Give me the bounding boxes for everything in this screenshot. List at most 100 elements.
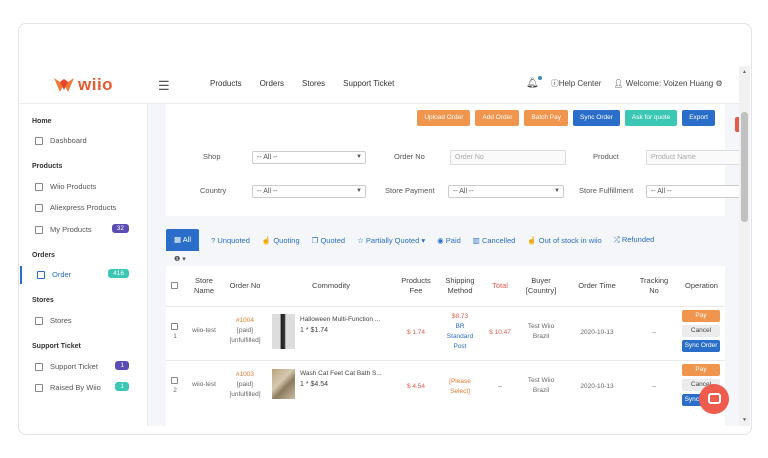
product-name-input[interactable]: Product Name — [646, 150, 746, 165]
list-icon — [35, 204, 43, 212]
header-commodity: Commodity — [312, 281, 350, 290]
batch-pay-button[interactable]: Batch Pay — [524, 110, 569, 126]
grid-icon: ▦ — [174, 235, 182, 244]
pay-button[interactable]: Pay — [682, 364, 720, 376]
select-shipping-link[interactable]: Select] — [450, 388, 470, 395]
order-no-label: Order No — [394, 152, 425, 161]
tab-refunded[interactable]: ⤮ Refunded — [614, 235, 655, 245]
tab-partially-quoted[interactable]: ☆ Partially Quoted ▾ — [357, 236, 425, 245]
sync-order-row-button[interactable]: Sync Order — [682, 340, 720, 352]
sidebar-item-order[interactable]: Order 416 — [20, 266, 148, 284]
export-button[interactable]: Export — [682, 110, 715, 126]
shop-select[interactable]: -- All -- ▼ — [252, 151, 366, 164]
country-select[interactable]: -- All -- ▼ — [252, 185, 366, 198]
sidebar-item-wiio-products[interactable]: Wiio Products — [20, 178, 148, 196]
sidebar-item-stores[interactable]: Stores — [20, 312, 148, 330]
cancel-button[interactable]: Cancel — [682, 325, 720, 337]
header-operation: Operation — [685, 281, 718, 290]
fulfillment-status: [unfulfilled] — [229, 391, 261, 398]
nav-orders[interactable]: Orders — [260, 79, 284, 88]
sidebar-item-support-ticket[interactable]: Support Ticket 1 — [20, 358, 148, 376]
tab-cancelled[interactable]: ▥ Cancelled — [473, 236, 516, 245]
info-icon: ❶ — [174, 256, 181, 263]
header-buyer-country: Buyer [Country] — [518, 266, 564, 306]
store-fulfillment-select[interactable]: -- All -- — [646, 185, 746, 198]
vertical-scrollbar[interactable]: ▲ ▼ — [739, 66, 750, 426]
tab-label: Out of stock in wiio — [538, 235, 602, 245]
shipping-price: $8.73 — [451, 313, 469, 320]
chevron-down-icon: ▼ — [554, 188, 560, 194]
store-payment-select[interactable]: -- All -- ▼ — [448, 185, 564, 198]
tab-label: Paid — [445, 235, 461, 245]
ask-for-quote-button[interactable]: Ask for quote — [624, 110, 678, 126]
sync-order-button[interactable]: Sync Order — [573, 110, 620, 126]
sidebar-section-orders: Orders — [32, 252, 55, 259]
tab-quoted[interactable]: ❐ Quoted — [312, 236, 345, 245]
select-all-checkbox[interactable] — [171, 282, 178, 289]
order-no-link[interactable]: #1004 — [236, 317, 254, 324]
sidebar-item-dashboard[interactable]: Dashboard — [20, 132, 148, 150]
count-badge: 1 — [115, 361, 129, 370]
store-fulfillment-label: Store Fulfillment — [579, 186, 634, 195]
shipping-method-link[interactable]: BR — [455, 323, 464, 330]
scroll-up-icon[interactable]: ▲ — [742, 69, 747, 75]
chevron-down-icon: ▼ — [356, 188, 362, 194]
tab-quoting[interactable]: ☝ Quoting — [262, 236, 300, 245]
bell-icon[interactable]: 🔔︎ — [526, 76, 542, 89]
shuffle-icon: ⤮ — [613, 235, 620, 244]
nav-products[interactable]: Products — [210, 79, 242, 88]
order-no-cell: #1003 [paid] [unfulfilled] — [224, 370, 266, 400]
product-thumbnail[interactable] — [272, 369, 295, 399]
star-icon: ☆ — [357, 235, 364, 245]
tab-paid[interactable]: ◉ Paid — [437, 236, 461, 245]
count-badge: 416 — [108, 269, 129, 278]
select-shipping-link[interactable]: [Please — [449, 378, 471, 385]
order-no-input[interactable]: Order No — [450, 150, 566, 165]
store-fulfillment-select-value: -- All -- — [651, 188, 672, 195]
tab-all[interactable]: ▦ All — [166, 229, 200, 251]
tab-out-of-stock[interactable]: ☝ Out of stock in wiio — [527, 236, 601, 245]
payment-status: [paid] — [237, 327, 253, 334]
shop-label: Shop — [203, 152, 221, 161]
trash-icon: ▥ — [472, 235, 480, 245]
question-icon: ? — [211, 235, 216, 245]
row-checkbox[interactable] — [171, 377, 178, 384]
header-order-no: Order No — [229, 281, 261, 290]
product-title[interactable]: Wash Cat Feet Cat Bath S... — [300, 369, 395, 379]
nav-stores[interactable]: Stores — [302, 79, 325, 88]
wiio-logo-icon — [54, 78, 74, 92]
sidebar-item-raised-by-wiio[interactable]: Raised By Wiio 1 — [20, 379, 148, 397]
count-badge: 32 — [111, 224, 129, 233]
fulfillment-status: [unfulfilled] — [229, 337, 261, 344]
shipping-method-link[interactable]: Standard — [447, 333, 473, 340]
logo[interactable]: wiio — [54, 75, 113, 95]
order-no-link[interactable]: #1003 — [236, 371, 254, 378]
menu-toggle-icon[interactable]: ☰ — [158, 78, 170, 94]
shipping-method-link[interactable]: Post — [453, 343, 466, 350]
welcome-label: Welcome: Voizen Huang — [625, 79, 714, 88]
user-menu[interactable]: 👤︎ Welcome: Voizen Huang ⚙ — [613, 79, 722, 88]
nav-support-ticket[interactable]: Support Ticket — [343, 79, 394, 88]
add-order-button[interactable]: Add Order — [475, 110, 520, 126]
tracking-no-cell: -- — [651, 383, 657, 390]
scrollbar-thumb[interactable] — [741, 112, 748, 222]
action-buttons: Upload Order Add Order Batch Pay Sync Or… — [417, 110, 715, 126]
main-content: Upload Order Add Order Batch Pay Sync Or… — [148, 104, 750, 426]
tracking-no-cell: -- — [651, 329, 657, 336]
chat-button[interactable] — [699, 384, 729, 414]
header-label: Fee — [409, 286, 423, 295]
info-dropdown[interactable]: ❶ ▾ — [174, 255, 186, 263]
help-center-link[interactable]: ⓘHelp Center — [551, 78, 602, 89]
header-label: Products — [401, 276, 431, 285]
product-thumbnail[interactable] — [272, 314, 295, 349]
tab-unquoted[interactable]: ? Unquoted — [211, 236, 250, 245]
product-title[interactable]: Halloween Multi-Function ... — [300, 315, 395, 325]
scroll-down-icon[interactable]: ▼ — [742, 417, 747, 423]
store-payment-select-value: -- All -- — [453, 188, 474, 195]
upload-order-button[interactable]: Upload Order — [417, 110, 471, 126]
pay-button[interactable]: Pay — [682, 310, 720, 322]
sidebar-item-aliexpress-products[interactable]: Aliexpress Products — [20, 199, 148, 217]
row-checkbox[interactable] — [171, 323, 178, 330]
sidebar-item-my-products[interactable]: My Products 32 — [20, 221, 148, 239]
gear-icon[interactable]: ⚙ — [715, 79, 722, 88]
